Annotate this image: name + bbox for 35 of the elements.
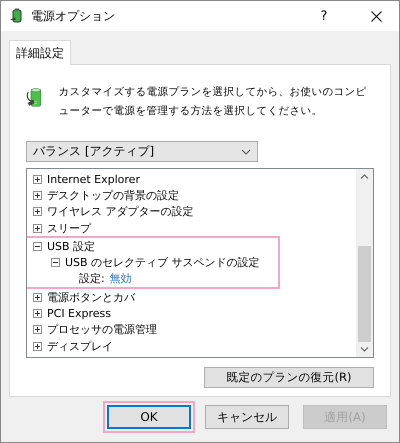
restore-defaults-button[interactable]: 既定のプランの復元(R)	[204, 367, 374, 388]
close-icon[interactable]	[370, 10, 382, 22]
tree-item[interactable]: PCI Express	[47, 307, 112, 320]
expand-icon[interactable]	[33, 292, 42, 302]
expand-icon[interactable]	[33, 224, 42, 233]
dialog-button[interactable]: キャンセル	[205, 405, 289, 429]
tree-item[interactable]: スリープ	[47, 220, 91, 236]
help-button[interactable]: ?	[301, 8, 347, 24]
expand-icon[interactable]	[33, 190, 42, 200]
chevron-down-icon	[241, 148, 251, 154]
plan-dropdown[interactable]: バランス [アクティブ]	[26, 141, 258, 162]
dialog-button[interactable]: OK	[107, 405, 191, 429]
tree-item[interactable]: デスクトップの背景の設定	[47, 188, 179, 203]
setting-value[interactable]: 無効	[110, 271, 132, 286]
tab[interactable]: 詳細設定	[9, 40, 71, 65]
tree-item[interactable]: プロセッサの電源管理	[47, 322, 157, 338]
setting-label: 設定:	[79, 271, 105, 286]
expand-icon[interactable]	[33, 309, 42, 318]
expand-icon[interactable]	[33, 207, 42, 216]
tree-item[interactable]: Internet Explorer	[47, 172, 140, 186]
window-title: 電源オプション	[31, 8, 116, 24]
collapse-icon[interactable]	[51, 258, 60, 268]
expand-icon[interactable]	[33, 174, 42, 184]
tree-item[interactable]: USB 設定	[47, 238, 96, 254]
scrollbar[interactable]	[356, 169, 373, 357]
expand-icon[interactable]	[33, 342, 42, 351]
tree-item[interactable]: ディスプレイ	[47, 338, 113, 354]
description-text: カスタマイズする電源プランを選択してから、お使いのコンピューターで電源を管理する方法を選択してください。	[58, 85, 368, 119]
tree-item[interactable]: ワイヤレス アダプターの設定	[47, 204, 194, 220]
chevron-up-icon[interactable]	[360, 174, 369, 180]
collapse-icon[interactable]	[33, 242, 42, 251]
expand-icon[interactable]	[33, 325, 42, 334]
tree-item[interactable]: 電源ボタンとカバ	[47, 290, 135, 305]
tree-item[interactable]: USB のセレクティブ サスペンドの設定	[65, 255, 260, 270]
chevron-down-icon[interactable]	[360, 346, 369, 352]
